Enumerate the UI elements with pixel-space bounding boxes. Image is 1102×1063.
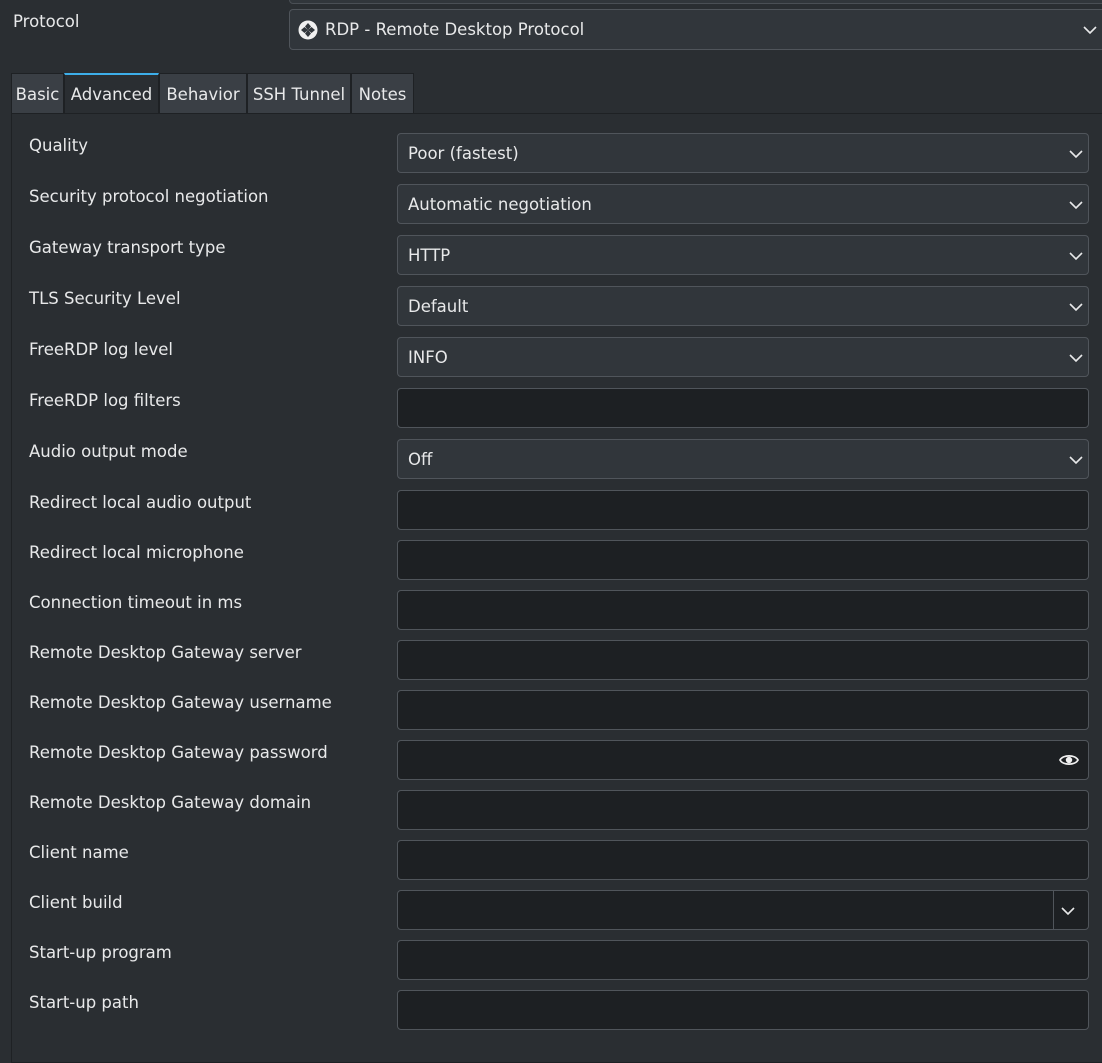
- redirect-local-microphone-input[interactable]: [397, 540, 1089, 580]
- remote-desktop-gateway-password-field[interactable]: [397, 740, 1089, 780]
- connection-timeout-in-ms-label: Connection timeout in ms: [29, 593, 243, 612]
- connection-timeout-in-ms-input[interactable]: [397, 590, 1089, 630]
- freerdp-log-filters-input[interactable]: [397, 388, 1089, 428]
- start-up-path-input[interactable]: [397, 990, 1089, 1030]
- freerdp-log-level-value: INFO: [408, 348, 448, 367]
- start-up-program-label: Start-up program: [29, 943, 172, 962]
- tab-advanced[interactable]: Advanced: [64, 73, 159, 114]
- remote-desktop-gateway-username-input[interactable]: [397, 690, 1089, 730]
- protocol-value: RDP - Remote Desktop Protocol: [325, 20, 585, 39]
- start-up-program-input[interactable]: [397, 940, 1089, 980]
- previous-field-edge: [289, 0, 1102, 4]
- tls-security-level-value: Default: [408, 297, 469, 316]
- client-build-label: Client build: [29, 893, 123, 912]
- remote-desktop-gateway-server-label: Remote Desktop Gateway server: [29, 643, 302, 662]
- chevron-down-icon: [1069, 150, 1083, 159]
- protocol-label: Protocol: [13, 12, 80, 31]
- eye-icon[interactable]: [1058, 751, 1080, 769]
- audio-output-mode-value: Off: [408, 450, 433, 469]
- audio-output-mode-label: Audio output mode: [29, 442, 188, 461]
- tls-security-level-combo[interactable]: Default: [397, 286, 1089, 326]
- chevron-down-icon: [1069, 456, 1083, 465]
- combo-separator: [1053, 891, 1054, 929]
- gateway-transport-type-label: Gateway transport type: [29, 238, 226, 257]
- chevron-down-icon: [1069, 303, 1083, 312]
- tls-security-level-label: TLS Security Level: [29, 289, 181, 308]
- freerdp-log-filters-label: FreeRDP log filters: [29, 391, 181, 410]
- client-name-input[interactable]: [397, 840, 1089, 880]
- redirect-local-audio-output-input[interactable]: [397, 490, 1089, 530]
- redirect-local-audio-output-label: Redirect local audio output: [29, 493, 252, 512]
- security-protocol-negotiation-value: Automatic negotiation: [408, 195, 592, 214]
- quality-value: Poor (fastest): [408, 144, 519, 163]
- security-protocol-negotiation-combo[interactable]: Automatic negotiation: [397, 184, 1089, 224]
- chevron-down-icon: [1069, 354, 1083, 363]
- tab-behavior[interactable]: Behavior: [159, 73, 247, 114]
- remote-desktop-gateway-domain-label: Remote Desktop Gateway domain: [29, 793, 312, 812]
- redirect-local-microphone-label: Redirect local microphone: [29, 543, 244, 562]
- remote-desktop-gateway-domain-input[interactable]: [397, 790, 1089, 830]
- remote-desktop-gateway-server-input[interactable]: [397, 640, 1089, 680]
- rdp-protocol-icon: [298, 20, 318, 40]
- chevron-down-icon: [1061, 907, 1075, 916]
- remote-desktop-gateway-username-label: Remote Desktop Gateway username: [29, 693, 332, 712]
- freerdp-log-level-label: FreeRDP log level: [29, 340, 174, 359]
- client-name-label: Client name: [29, 843, 129, 862]
- freerdp-log-level-combo[interactable]: INFO: [397, 337, 1089, 377]
- quality-combo[interactable]: Poor (fastest): [397, 133, 1089, 173]
- tab-notes[interactable]: Notes: [351, 73, 414, 114]
- chevron-down-icon: [1083, 26, 1097, 35]
- gateway-transport-type-combo[interactable]: HTTP: [397, 235, 1089, 275]
- security-protocol-negotiation-label: Security protocol negotiation: [29, 187, 269, 206]
- remote-desktop-gateway-password-label: Remote Desktop Gateway password: [29, 743, 328, 762]
- start-up-path-label: Start-up path: [29, 993, 139, 1012]
- tab-ssh-tunnel[interactable]: SSH Tunnel: [247, 73, 351, 114]
- quality-label: Quality: [29, 136, 88, 155]
- gateway-transport-type-value: HTTP: [408, 246, 451, 265]
- audio-output-mode-combo[interactable]: Off: [397, 439, 1089, 479]
- chevron-down-icon: [1069, 201, 1083, 210]
- chevron-down-icon: [1069, 252, 1083, 261]
- protocol-combo[interactable]: RDP - Remote Desktop Protocol: [289, 9, 1102, 50]
- tab-basic[interactable]: Basic: [11, 73, 64, 114]
- client-build-combo[interactable]: [397, 890, 1089, 930]
